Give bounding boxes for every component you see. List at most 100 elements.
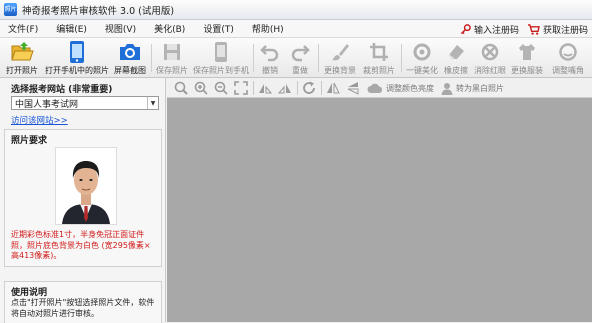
screenshot-label: 屏幕截图 (114, 66, 146, 75)
eraser-icon (448, 45, 464, 60)
open-photo-button[interactable]: 打开照片 (3, 38, 41, 78)
refresh-icon (303, 81, 315, 94)
zoom-in-icon (194, 81, 208, 95)
menu-settings[interactable]: 设置(T) (194, 22, 243, 35)
magnifier-icon (174, 81, 188, 95)
redo-button[interactable]: 重做 (286, 38, 314, 78)
flip-vertical-button[interactable] (345, 79, 361, 97)
photo-requirements-box: 照片要求 近期彩色标准1寸，半身免冠正面证件照，照片底色背景为白色 (宽295像… (4, 129, 162, 267)
change-clothes-label: 更换服装 (511, 66, 543, 75)
eraser-button[interactable]: 橡皮擦 (441, 38, 471, 78)
menu-help[interactable]: 帮助(H) (243, 22, 293, 35)
site-select[interactable]: 中国人事考试网 ▼ (11, 96, 159, 110)
menu-view[interactable]: 视图(V) (96, 22, 145, 35)
sample-photo (55, 147, 117, 225)
toolbar-separator (401, 44, 402, 72)
one-click-beautify-button[interactable]: 一键美化 (403, 38, 441, 78)
rotate-right-icon (278, 84, 291, 94)
face-icon (559, 43, 577, 61)
menu-edit[interactable]: 编辑(E) (47, 22, 96, 35)
canvas-toolbar-separator (321, 81, 322, 95)
canvas-toolbar-separator (297, 81, 298, 95)
save-icon (164, 44, 180, 60)
one-click-beautify-label: 一键美化 (406, 66, 438, 75)
window-title: 神奇报考照片审核软件 3.0 (试用版) (22, 5, 175, 17)
chevron-down-icon[interactable]: ▼ (147, 97, 158, 109)
screenshot-button[interactable]: 屏幕截图 (112, 38, 148, 78)
fit-zoom-button[interactable] (173, 79, 189, 97)
adjust-color-brightness-label: 调整颜色亮度 (386, 83, 434, 93)
rotate-left-icon (259, 84, 272, 94)
zoom-out-button[interactable] (213, 79, 229, 97)
refresh-button[interactable] (301, 79, 317, 97)
adjust-mouth-label: 调整嘴角 (552, 66, 584, 75)
clothes-icon (519, 44, 535, 60)
enter-register-code-label: 输入注册码 (473, 25, 519, 36)
site-select-value: 中国人事考试网 (15, 99, 79, 110)
flip-horizontal-button[interactable] (325, 79, 341, 97)
toolbar-separator (318, 44, 319, 72)
rotate-right-button[interactable] (277, 79, 293, 97)
menu-bar: 文件(F) 编辑(E) 视图(V) 美化(B) 设置(T) 帮助(H) 输入注册… (0, 20, 592, 38)
convert-grayscale-label: 转为黑白照片 (456, 83, 504, 93)
save-photo-button[interactable]: 保存照片 (154, 38, 190, 78)
undo-button[interactable]: 撤销 (256, 38, 284, 78)
redo-label: 重做 (292, 66, 308, 75)
menu-file[interactable]: 文件(F) (0, 22, 47, 35)
open-photo-label: 打开照片 (6, 66, 38, 75)
enter-register-code-link[interactable]: 输入注册码 (460, 23, 519, 36)
left-panel: 选择报考网站 (非常重要) 中国人事考试网 ▼ 访问该网站>> 照片要求 近期彩… (0, 78, 166, 323)
menu-beautify[interactable]: 美化(B) (145, 22, 194, 35)
crop-photo-button[interactable]: 裁剪照片 (360, 38, 398, 78)
flip-horizontal-icon (327, 82, 340, 94)
canvas-toolbar: 调整颜色亮度 转为黑白照片 (167, 78, 592, 98)
app-icon: 照片 (4, 3, 17, 16)
crop-icon (370, 43, 388, 61)
requirements-text: 近期彩色标准1寸，半身免冠正面证件照，照片底色背景为白色 (宽295像素×高41… (11, 230, 151, 260)
red-eye-icon (481, 43, 499, 61)
brush-icon (332, 44, 349, 61)
open-folder-icon (11, 42, 34, 61)
usage-title: 使用说明 (11, 288, 48, 298)
save-to-phone-button[interactable]: 保存照片到手机 (192, 38, 250, 78)
change-background-label: 更换背景 (324, 66, 356, 75)
adjust-mouth-button[interactable]: 调整嘴角 (548, 38, 588, 78)
crop-photo-label: 裁剪照片 (363, 66, 395, 75)
usage-text: 点击"打开照片"按钮选择照片文件，软件将自动对照片进行审核。 (11, 298, 155, 318)
photo-canvas[interactable]: 调整颜色亮度 转为黑白照片 (167, 78, 592, 322)
sample-portrait-image (56, 148, 116, 224)
requirements-title: 照片要求 (11, 136, 48, 146)
phone-icon (70, 41, 84, 63)
flip-vertical-icon (347, 82, 359, 95)
open-phone-photo-button[interactable]: 打开手机中的照片 (44, 38, 110, 78)
key-icon (460, 23, 471, 34)
site-section-title: 选择报考网站 (非常重要) (11, 85, 113, 95)
convert-grayscale-button[interactable]: 转为黑白照片 (441, 79, 504, 97)
toolbar-separator (253, 44, 254, 72)
visit-site-link[interactable]: 访问该网站>> (11, 114, 68, 126)
get-register-code-label: 获取注册码 (542, 25, 588, 36)
zoom-out-icon (214, 81, 228, 95)
undo-icon (260, 45, 279, 62)
toolbar-separator (151, 44, 152, 72)
cloud-adjust-icon (367, 83, 383, 93)
adjust-color-brightness-button[interactable]: 调整颜色亮度 (367, 79, 434, 97)
change-background-button[interactable]: 更换背景 (321, 38, 359, 78)
canvas-toolbar-separator (253, 81, 254, 95)
rotate-left-button[interactable] (257, 79, 273, 97)
remove-red-eye-label: 消除红眼 (474, 66, 506, 75)
eraser-label: 橡皮擦 (444, 66, 468, 75)
change-clothes-button[interactable]: 更换服装 (509, 38, 545, 78)
remove-red-eye-button[interactable]: 消除红眼 (472, 38, 508, 78)
save-to-phone-label: 保存照片到手机 (193, 66, 249, 75)
camera-icon (120, 44, 140, 60)
open-phone-photo-label: 打开手机中的照片 (45, 66, 109, 75)
save-photo-label: 保存照片 (156, 66, 188, 75)
cart-icon (527, 23, 540, 35)
zoom-in-button[interactable] (193, 79, 209, 97)
get-register-code-link[interactable]: 获取注册码 (527, 23, 588, 36)
redo-icon (291, 45, 310, 62)
person-icon (441, 82, 453, 95)
save-to-phone-icon (215, 42, 227, 62)
fullscreen-button[interactable] (233, 79, 249, 97)
